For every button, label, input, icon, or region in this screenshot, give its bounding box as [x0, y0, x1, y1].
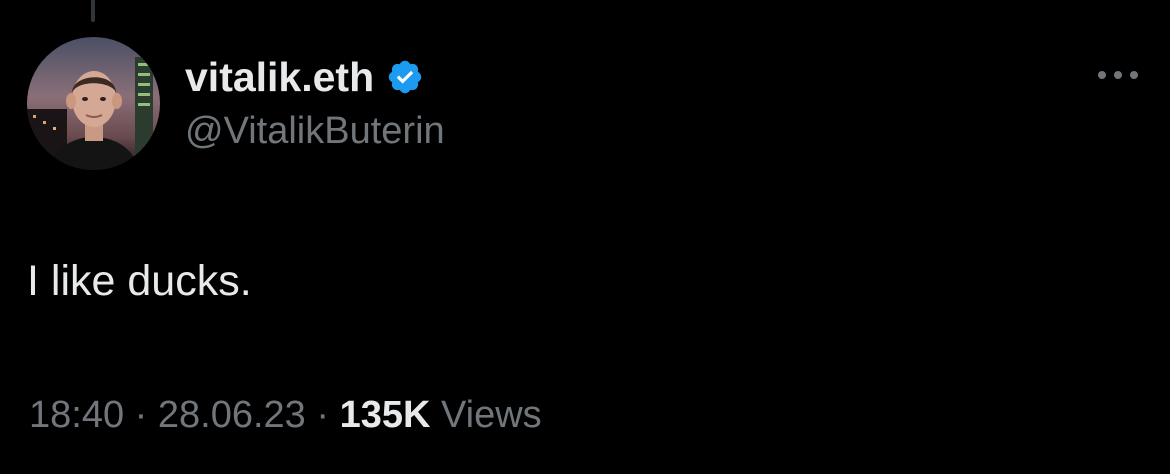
tweet-date[interactable]: 28.06.23 [158, 394, 306, 436]
tweet-time[interactable]: 18:40 [29, 394, 124, 436]
more-horizontal-icon [1098, 71, 1138, 79]
verified-badge-icon[interactable] [386, 58, 424, 96]
author-display-name[interactable]: vitalik.eth [185, 52, 374, 102]
author-name-row: vitalik.eth [185, 52, 424, 102]
meta-separator: · [316, 394, 330, 436]
more-options-button[interactable] [1088, 60, 1148, 90]
views-label: Views [440, 394, 542, 436]
views-count[interactable]: 135K [340, 394, 431, 436]
author-handle[interactable]: @VitalikButerin [185, 108, 445, 154]
tweet-text: I like ducks. [27, 257, 252, 305]
tweet-meta: 18:40 · 28.06.23 · 135K Views [29, 391, 542, 439]
thread-connector-line [91, 0, 95, 22]
avatar-image [27, 37, 160, 170]
meta-separator: · [134, 394, 148, 436]
avatar[interactable] [27, 37, 160, 170]
